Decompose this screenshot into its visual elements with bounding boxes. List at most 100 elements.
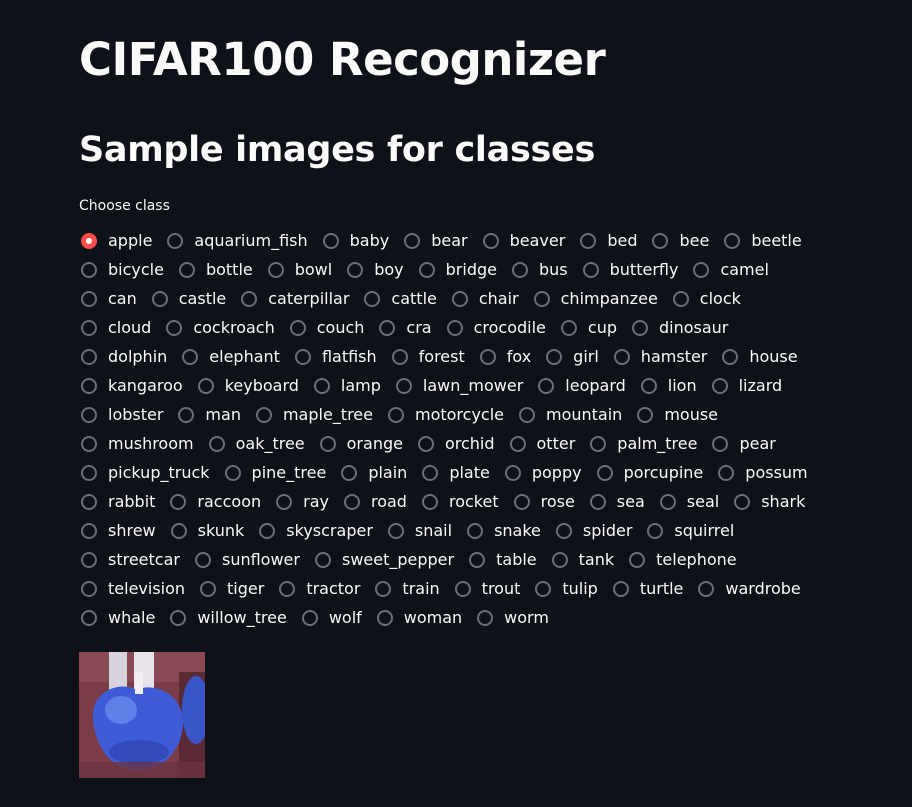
radio-option-road[interactable]: road	[342, 490, 407, 514]
radio-option-couch[interactable]: couch	[288, 316, 364, 340]
radio-option-apple[interactable]: apple	[79, 229, 152, 253]
radio-circle-icon[interactable]	[640, 378, 657, 394]
radio-circle-icon[interactable]	[589, 494, 606, 510]
radio-option-snake[interactable]: snake	[465, 519, 541, 543]
radio-option-lizard[interactable]: lizard	[710, 374, 782, 398]
radio-option-rabbit[interactable]: rabbit	[79, 490, 155, 514]
radio-circle-icon[interactable]	[637, 407, 654, 423]
radio-circle-icon[interactable]	[519, 407, 535, 423]
radio-circle-icon[interactable]	[319, 436, 336, 452]
radio-option-mushroom[interactable]: mushroom	[79, 432, 194, 456]
radio-option-spider[interactable]: spider	[554, 519, 632, 543]
radio-option-girl[interactable]: girl	[544, 345, 599, 369]
radio-circle-icon[interactable]	[672, 291, 689, 307]
radio-option-cra[interactable]: cra	[377, 316, 432, 340]
radio-circle-icon[interactable]	[81, 436, 97, 452]
radio-option-trout[interactable]: trout	[453, 577, 520, 601]
radio-circle-icon[interactable]	[81, 291, 97, 307]
radio-option-plate[interactable]: plate	[420, 461, 490, 485]
radio-option-shark[interactable]: shark	[732, 490, 805, 514]
radio-circle-icon[interactable]	[590, 436, 607, 452]
radio-option-house[interactable]: house	[720, 345, 798, 369]
radio-circle-icon[interactable]	[451, 291, 468, 307]
radio-option-cup[interactable]: cup	[559, 316, 617, 340]
radio-circle-icon[interactable]	[612, 581, 629, 597]
radio-circle-icon[interactable]	[301, 610, 318, 626]
radio-circle-icon[interactable]	[596, 465, 613, 481]
radio-option-bear[interactable]: bear	[402, 229, 468, 253]
radio-circle-icon[interactable]	[81, 349, 97, 365]
radio-circle-icon[interactable]	[182, 349, 199, 365]
radio-circle-icon[interactable]	[178, 407, 195, 423]
radio-circle-icon[interactable]	[580, 233, 597, 249]
radio-option-palm-tree[interactable]: palm_tree	[588, 432, 697, 456]
radio-circle-icon[interactable]	[513, 494, 530, 510]
radio-circle-icon[interactable]	[659, 494, 676, 510]
radio-circle-icon[interactable]	[167, 233, 184, 249]
radio-option-chimpanzee[interactable]: chimpanzee	[532, 287, 658, 311]
radio-circle-icon[interactable]	[341, 465, 358, 481]
radio-circle-icon[interactable]	[81, 262, 97, 278]
radio-circle-icon[interactable]	[81, 320, 97, 336]
radio-circle-icon[interactable]	[314, 552, 331, 568]
radio-option-worm[interactable]: worm	[475, 606, 549, 630]
radio-circle-icon[interactable]	[395, 378, 412, 394]
radio-circle-icon[interactable]	[208, 436, 225, 452]
radio-option-turtle[interactable]: turtle	[611, 577, 683, 601]
radio-option-skunk[interactable]: skunk	[169, 519, 244, 543]
radio-option-bowl[interactable]: bowl	[266, 258, 332, 282]
radio-option-television[interactable]: television	[79, 577, 185, 601]
radio-option-cattle[interactable]: cattle	[362, 287, 437, 311]
radio-option-streetcar[interactable]: streetcar	[79, 548, 180, 572]
radio-circle-icon[interactable]	[511, 262, 528, 278]
radio-option-leopard[interactable]: leopard	[536, 374, 626, 398]
radio-circle-icon[interactable]	[276, 494, 293, 510]
radio-option-aquarium-fish[interactable]: aquarium_fish	[165, 229, 308, 253]
radio-option-oak-tree[interactable]: oak_tree	[207, 432, 305, 456]
radio-circle-icon[interactable]	[224, 465, 241, 481]
radio-circle-icon[interactable]	[454, 581, 471, 597]
radio-circle-icon[interactable]	[81, 581, 97, 597]
radio-option-mouse[interactable]: mouse	[635, 403, 718, 427]
radio-circle-icon[interactable]	[504, 465, 521, 481]
radio-circle-icon[interactable]	[724, 233, 741, 249]
radio-option-cockroach[interactable]: cockroach	[164, 316, 275, 340]
radio-circle-icon[interactable]	[170, 494, 187, 510]
radio-option-lobster[interactable]: lobster	[79, 403, 163, 427]
radio-circle-icon[interactable]	[259, 523, 276, 539]
radio-option-cloud[interactable]: cloud	[79, 316, 151, 340]
radio-option-butterfly[interactable]: butterfly	[581, 258, 678, 282]
radio-option-sunflower[interactable]: sunflower	[193, 548, 300, 572]
radio-circle-icon[interactable]	[404, 233, 421, 249]
radio-option-bus[interactable]: bus	[510, 258, 568, 282]
radio-circle-icon[interactable]	[289, 320, 306, 336]
radio-option-can[interactable]: can	[79, 287, 137, 311]
radio-option-camel[interactable]: camel	[691, 258, 769, 282]
radio-circle-icon[interactable]	[387, 523, 404, 539]
radio-circle-icon[interactable]	[482, 233, 499, 249]
radio-option-man[interactable]: man	[176, 403, 241, 427]
radio-option-bottle[interactable]: bottle	[177, 258, 253, 282]
radio-circle-icon[interactable]	[197, 378, 214, 394]
radio-option-chair[interactable]: chair	[450, 287, 519, 311]
radio-option-possum[interactable]: possum	[716, 461, 808, 485]
radio-option-mountain[interactable]: mountain	[517, 403, 622, 427]
radio-option-plain[interactable]: plain	[339, 461, 407, 485]
radio-circle-icon[interactable]	[533, 291, 550, 307]
radio-option-hamster[interactable]: hamster	[612, 345, 707, 369]
radio-option-pickup-truck[interactable]: pickup_truck	[79, 461, 210, 485]
radio-option-dinosaur[interactable]: dinosaur	[630, 316, 728, 340]
radio-option-bee[interactable]: bee	[650, 229, 709, 253]
radio-circle-icon[interactable]	[698, 581, 715, 597]
radio-circle-icon[interactable]	[613, 349, 630, 365]
radio-circle-icon[interactable]	[391, 349, 408, 365]
radio-circle-icon[interactable]	[151, 291, 168, 307]
radio-option-pear[interactable]: pear	[710, 432, 776, 456]
radio-circle-icon[interactable]	[81, 552, 97, 568]
radio-option-sweet-pepper[interactable]: sweet_pepper	[313, 548, 454, 572]
radio-option-telephone[interactable]: telephone	[627, 548, 737, 572]
radio-circle-icon[interactable]	[560, 320, 577, 336]
radio-option-rose[interactable]: rose	[512, 490, 575, 514]
radio-option-dolphin[interactable]: dolphin	[79, 345, 167, 369]
radio-option-table[interactable]: table	[467, 548, 537, 572]
